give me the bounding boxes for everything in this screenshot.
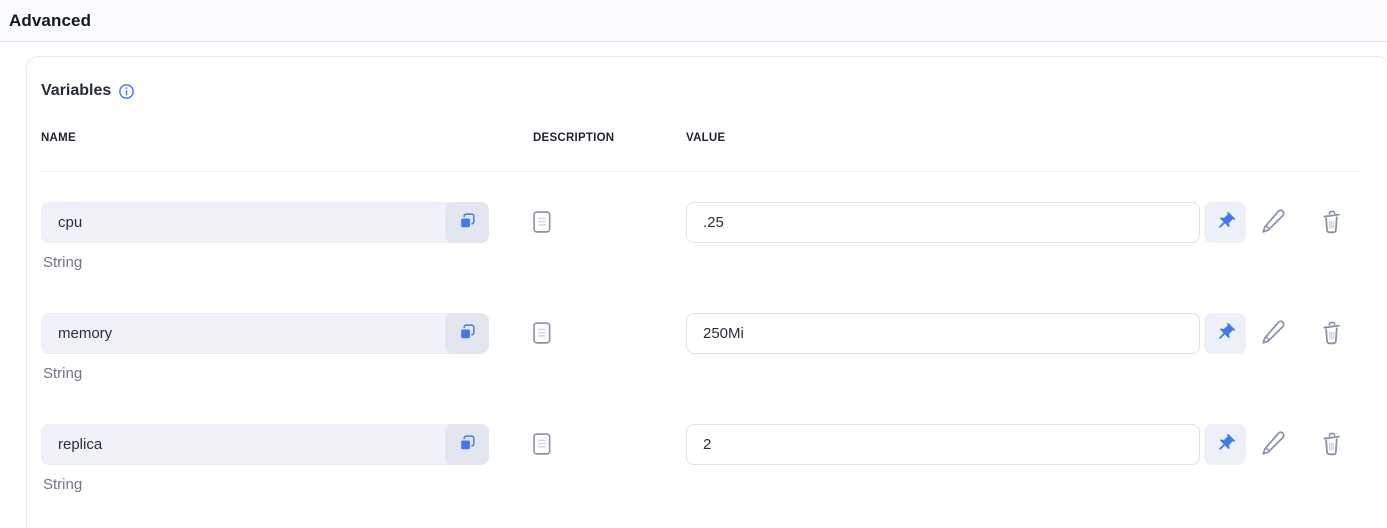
info-icon[interactable] (118, 83, 135, 100)
value-input[interactable] (686, 313, 1200, 354)
variables-title: Variables (41, 82, 111, 100)
value-cell (686, 424, 1246, 465)
trash-icon (1318, 319, 1345, 349)
page-header: Advanced (0, 0, 1387, 42)
pin-button[interactable] (1204, 202, 1246, 243)
note-icon (533, 433, 551, 458)
trash-icon (1318, 208, 1345, 238)
value-input[interactable] (686, 424, 1200, 465)
header-divider (41, 171, 1359, 172)
name-input[interactable] (41, 313, 489, 354)
row-actions (1259, 424, 1345, 465)
pencil-icon (1260, 319, 1286, 348)
column-header-value: VALUE (686, 132, 1359, 144)
column-header-name: NAME (41, 132, 533, 144)
name-input-group (41, 424, 489, 465)
name-input-group (41, 313, 489, 354)
copy-button[interactable] (445, 313, 489, 354)
column-header-description: DESCRIPTION (533, 132, 686, 144)
name-input[interactable] (41, 424, 489, 465)
pin-button[interactable] (1204, 424, 1246, 465)
column-headers: NAME DESCRIPTION VALUE (41, 132, 1359, 144)
note-icon (533, 322, 551, 347)
variable-row: String (41, 202, 1359, 271)
description-button[interactable] (533, 433, 551, 458)
name-input-group (41, 202, 489, 243)
pin-button[interactable] (1204, 313, 1246, 354)
copy-icon (457, 211, 478, 235)
pin-icon (1215, 322, 1236, 346)
description-button[interactable] (533, 322, 551, 347)
variables-title-row: Variables (41, 82, 1359, 100)
value-input[interactable] (686, 202, 1200, 243)
pencil-icon (1260, 430, 1286, 459)
description-cell (533, 424, 686, 460)
name-cell: String (41, 424, 533, 493)
variable-row: String (41, 424, 1359, 493)
edit-button[interactable] (1259, 209, 1287, 237)
pin-icon (1215, 433, 1236, 457)
row-actions (1259, 313, 1345, 354)
edit-button[interactable] (1259, 320, 1287, 348)
pencil-icon (1260, 208, 1286, 237)
variable-type-label: String (41, 476, 533, 493)
description-cell (533, 202, 686, 238)
delete-button[interactable] (1317, 209, 1345, 237)
variables-panel: Variables NAME DESCRIPTION VALUE (26, 56, 1387, 528)
variable-row: String (41, 313, 1359, 382)
name-cell: String (41, 202, 533, 271)
edit-button[interactable] (1259, 431, 1287, 459)
delete-button[interactable] (1317, 320, 1345, 348)
value-cell (686, 202, 1246, 243)
row-actions (1259, 202, 1345, 243)
variable-type-label: String (41, 254, 533, 271)
variable-rows: String (41, 202, 1359, 493)
copy-icon (457, 322, 478, 346)
copy-button[interactable] (445, 202, 489, 243)
copy-button[interactable] (445, 424, 489, 465)
variable-type-label: String (41, 365, 533, 382)
value-cell (686, 313, 1246, 354)
page-title: Advanced (9, 11, 91, 31)
delete-button[interactable] (1317, 431, 1345, 459)
description-button[interactable] (533, 211, 551, 236)
description-cell (533, 313, 686, 349)
note-icon (533, 211, 551, 236)
name-cell: String (41, 313, 533, 382)
name-input[interactable] (41, 202, 489, 243)
pin-icon (1215, 211, 1236, 235)
copy-icon (457, 433, 478, 457)
trash-icon (1318, 430, 1345, 460)
